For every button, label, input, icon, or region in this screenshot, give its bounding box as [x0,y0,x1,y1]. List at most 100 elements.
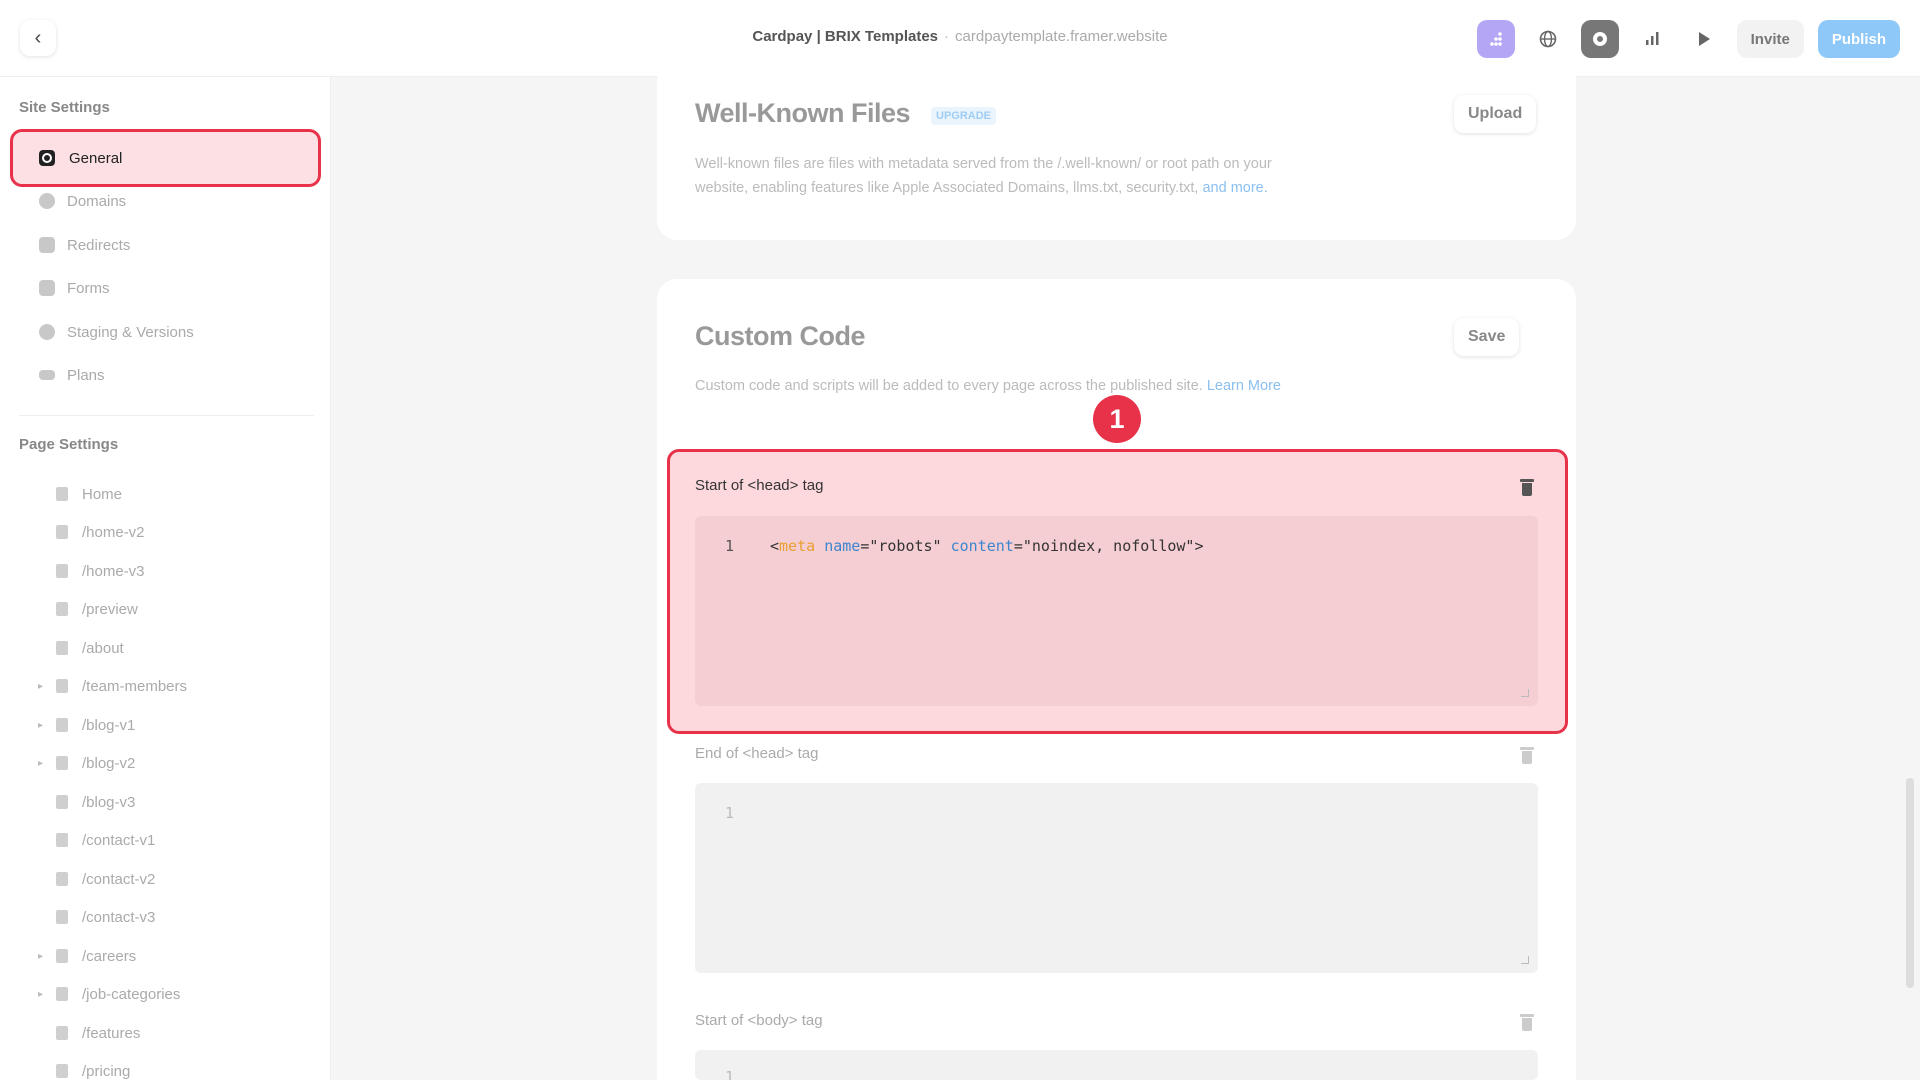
sidebar: Site Settings General Domains Redirects … [0,77,331,1080]
site-settings-heading: Site Settings [19,99,110,116]
save-button[interactable]: Save [1454,318,1520,356]
head-end-label: End of <head> tag [695,745,819,762]
code-token-value: ="noindex, nofollow"> [1013,537,1204,555]
chevron-right-icon[interactable]: ▸ [38,758,52,769]
redirect-icon [39,237,55,253]
code-token-value: ="robots" [860,537,951,555]
page-icon [56,718,68,732]
page-item-label: /contact-v1 [82,831,156,849]
custom-code-title: Custom Code [695,321,866,351]
page-icon [56,679,68,693]
page-item[interactable]: /contact-v2 [38,864,155,894]
code-token-attr: content [950,537,1014,555]
sidebar-item-label: Plans [67,366,105,384]
code-token-attr: name [824,537,861,555]
body-start-code-editor[interactable] [695,1050,1538,1080]
page-icon [56,756,68,770]
analytics-icon[interactable] [1633,20,1671,58]
page-item[interactable]: ▸ /team-members [38,671,187,701]
trash-icon[interactable] [1520,1014,1534,1031]
well-known-files-card [657,60,1576,240]
page-item[interactable]: ▸ /careers [38,941,136,971]
page-item-label: /preview [82,600,138,618]
page-item-label: /about [82,639,124,657]
page-item-label: /pricing [82,1062,131,1080]
page-icon [56,1064,68,1078]
custom-code-description: Custom code and scripts will be added to… [695,374,1515,398]
trash-icon[interactable] [1520,479,1534,496]
page-item[interactable]: /home-v3 [38,556,145,586]
chevron-right-icon[interactable]: ▸ [38,681,52,692]
sidebar-item-forms[interactable]: Forms [39,268,110,308]
page-item[interactable]: /about [38,633,124,663]
settings-icon[interactable] [1580,20,1619,58]
learn-more-link[interactable]: Learn More [1207,378,1281,394]
head-start-label: Start of <head> tag [695,477,824,494]
sidebar-item-label: Staging & Versions [67,323,194,341]
resize-handle[interactable] [1521,689,1529,697]
clock-icon [39,324,55,340]
page-icon [56,833,68,847]
code-token-tag: meta [779,537,816,555]
play-icon[interactable] [1685,20,1723,58]
page-item[interactable]: /preview [38,594,138,624]
well-known-description: Well-known files are files with metadata… [695,152,1415,200]
globe-icon [39,193,55,209]
globe-icon[interactable] [1529,20,1567,58]
page-icon [56,949,68,963]
page-item[interactable]: /contact-v3 [38,902,155,932]
project-name: Cardpay | BRIX Templates [752,28,939,45]
head-end-code-editor[interactable] [695,783,1538,973]
publish-button[interactable]: Publish [1817,20,1900,58]
page-item-label: /features [82,1024,141,1042]
trash-icon[interactable] [1520,747,1534,764]
page-icon [56,602,68,616]
sidebar-item-redirects[interactable]: Redirects [39,225,130,265]
page-item[interactable]: /contact-v1 [38,825,155,855]
page-item-label: /blog-v2 [82,754,136,772]
head-start-code-line[interactable]: <meta name="robots" content="noindex, no… [770,537,1204,555]
page-item[interactable]: ▸ /job-categories [38,979,180,1009]
page-item[interactable]: /blog-v3 [38,787,135,817]
chevron-right-icon[interactable]: ▸ [38,989,52,1000]
scrollbar[interactable] [1906,778,1914,988]
sidebar-item-plans[interactable]: Plans [39,355,105,395]
page-item-label: /blog-v1 [82,716,136,734]
page-icon [56,641,68,655]
page-item[interactable]: /home-v2 [38,517,145,547]
chevron-right-icon[interactable]: ▸ [38,951,52,962]
page-item[interactable]: ▸ /blog-v1 [38,710,135,740]
sidebar-item-staging[interactable]: Staging & Versions [39,312,194,352]
page-item-label: /contact-v3 [82,908,156,926]
back-button[interactable]: ‹ [20,20,56,56]
upload-button[interactable]: Upload [1454,95,1537,133]
line-number: 1 [725,804,735,822]
page-item-label: /contact-v2 [82,870,156,888]
page-item[interactable]: /pricing [38,1056,130,1080]
form-icon [39,280,55,296]
chevron-right-icon[interactable]: ▸ [38,720,52,731]
card-icon [39,370,55,380]
page-item[interactable]: ▸ /blog-v2 [38,748,135,778]
page-icon [56,564,68,578]
resize-handle[interactable] [1521,956,1529,964]
line-number: 1 [725,537,735,555]
sidebar-item-general-content[interactable]: General [39,148,122,168]
upgrade-badge[interactable]: UPGRADE [931,107,997,125]
body-start-label: Start of <body> tag [695,1012,823,1029]
page-item[interactable]: /features [38,1018,140,1048]
page-icon [56,1026,68,1040]
sidebar-item-domains[interactable]: Domains [39,181,126,221]
description-line: website, enabling features like Apple As… [695,176,1415,200]
layout-icon[interactable] [1476,20,1515,58]
well-known-title: Well-Known Files [695,98,911,128]
sidebar-divider [19,415,314,416]
page-item-home[interactable]: Home [38,479,122,509]
sidebar-item-label: Redirects [67,236,131,254]
page-icon [56,795,68,809]
and-more-link[interactable]: and more. [1202,180,1267,196]
page-item-label: Home [82,485,123,503]
home-icon [56,487,68,501]
invite-button[interactable]: Invite [1736,20,1804,58]
settings-icon [39,150,55,166]
